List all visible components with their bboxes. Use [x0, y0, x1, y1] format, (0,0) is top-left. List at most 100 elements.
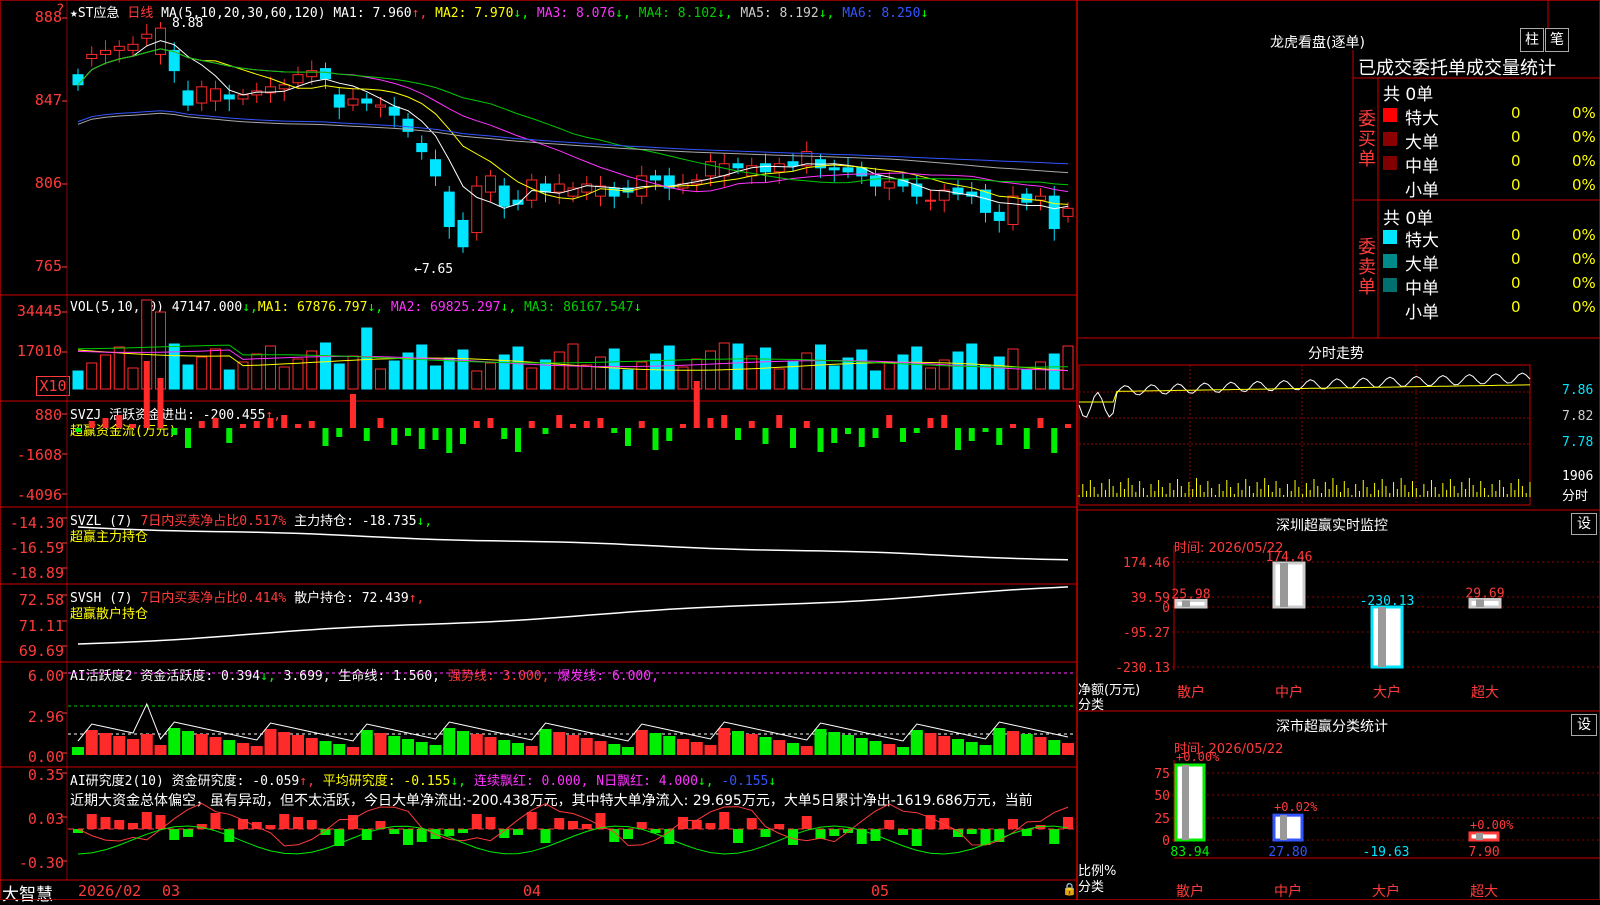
ai1-header: AI活跃度2 资金活跃度: 0.394↓, 3.699, 生命线: 1.560,… — [70, 665, 659, 684]
buy-row-name: 小单 — [1405, 181, 1439, 201]
ai2-label: AI研究度2(10) — [70, 774, 164, 789]
intraday-panel[interactable]: 分时走势 7.86 7.82 7.78 1906 分时 — [1078, 339, 1600, 510]
buy-row-1: 大单 0 0% — [1383, 128, 1598, 153]
intraday-tick-1: 7.86 — [1562, 383, 1594, 398]
sz-class-time: 时间: 2026/05/22 — [1174, 742, 1284, 757]
lock-icon[interactable]: 🔒 — [1062, 882, 1077, 896]
buy-row-count: 0 — [1511, 104, 1521, 122]
ai2-a: 资金研究度: -0.059 — [171, 774, 300, 789]
buy-swatch-2 — [1383, 156, 1397, 170]
app-logo: 大智慧 — [2, 885, 53, 905]
xaxis-label-1: 2026/02 — [78, 882, 142, 900]
ai1-a-arrow: ↓, — [260, 669, 276, 684]
ai1-b: 3.699, — [283, 669, 331, 684]
sell-swatch-0 — [1383, 230, 1397, 244]
vol-value: 47147.000 — [171, 300, 243, 315]
vol-ytick-1: 34445 — [16, 302, 62, 320]
ma1-arrow: ↑, — [411, 6, 428, 21]
vol-ma3: MA3: 86167.547 — [523, 300, 634, 315]
ai2-b-arrow: ↓, — [450, 774, 467, 789]
ai2-commentary: 近期大资金总体偏空，虽有异动，但不太活跃，今日大单净流出:-200.438万元，… — [70, 793, 1033, 809]
ma2-value: MA2: 7.970 — [435, 6, 514, 21]
vol-ma1: MA1: 67876.797 — [257, 300, 368, 315]
xaxis-label-4: 05 — [871, 882, 890, 900]
ma1-value: MA1: 7.960 — [333, 6, 412, 21]
kline-ytick-1: 888 — [34, 8, 62, 26]
svsh-desc2: 散户持仓: 72.439 — [294, 591, 409, 606]
ai2-b: 平均研究度: -0.155 — [322, 774, 451, 789]
sell-row-count: 0 — [1511, 274, 1521, 292]
svzl-arrow: ↓, — [416, 514, 433, 529]
ma6-arrow: ↓ — [920, 6, 929, 21]
intraday-tick-3: 7.78 — [1562, 435, 1594, 450]
svzj-ytick-2: -1608 — [16, 446, 62, 464]
sz-class-panel: 深市超赢分类统计 设 时间: 2026/05/22 比例% 分类 — [1078, 712, 1600, 900]
ai2-e: -0.155 — [721, 774, 769, 789]
sell-row-name: 小单 — [1405, 303, 1439, 323]
sell-row-pct: 0% — [1572, 226, 1596, 244]
buy-total: 共 0单 — [1383, 85, 1434, 105]
svzl-pane[interactable]: SVZL (7) 7日内买卖净占比0.517% 主力持仓: -18.735↓, … — [0, 508, 1077, 584]
svzl-ytick-1: -14.30 — [9, 514, 64, 532]
ai-activity-pane[interactable]: AI活跃度2 资金活跃度: 0.394↓, 3.699, 生命线: 1.560,… — [0, 663, 1077, 767]
lhb-header: 已成交委托单成交量统计 — [1358, 58, 1556, 79]
sz-monitor-title: 深圳超赢实时监控 — [1276, 518, 1388, 534]
svzj-ytick-3: -4096 — [16, 486, 62, 504]
sell-row-0: 特大 0 0% — [1383, 226, 1598, 251]
xaxis-label-3: 04 — [523, 882, 542, 900]
ai1-ytick-1: 6.00 — [27, 667, 64, 685]
svzl-desc2: 主力持仓: -18.735 — [294, 514, 417, 529]
bar-mode-button[interactable]: 柱 — [1520, 28, 1544, 52]
buy-swatch-1 — [1383, 132, 1397, 146]
trading-terminal-window: ? ★ST应急 日线 MA(5,10,20,30,60,120) MA1: 7.… — [0, 0, 1600, 905]
svzl-ytick-3: -18.89 — [9, 564, 64, 582]
buy-side-label: 委买单 — [1358, 109, 1376, 170]
sell-swatch-1 — [1383, 254, 1397, 268]
buy-row-name: 特大 — [1405, 109, 1439, 129]
ma3-value: MA3: 8.076 — [536, 6, 616, 21]
sz-class-settings-button[interactable]: 设 — [1571, 714, 1597, 736]
kline-pane[interactable]: ★ST应急 日线 MA(5,10,20,30,60,120) MA1: 7.96… — [0, 0, 1077, 295]
vol-unit-badge: X10 — [36, 376, 70, 396]
buy-row-0: 特大 0 0% — [1383, 104, 1598, 129]
svsh-pane[interactable]: SVSH (7) 7日内买卖净占比0.414% 散户持仓: 72.439↑, 超… — [0, 585, 1077, 662]
svsh-ytick-1: 72.58 — [18, 591, 64, 609]
high-annotation: 8.88 — [172, 16, 204, 31]
buy-swatch-0 — [1383, 108, 1397, 122]
svzj-subtitle: 超赢资金流(万元) — [70, 424, 177, 439]
sz-monitor-side2: 分类 — [1078, 698, 1105, 713]
sell-row-3: 小单 0 0% — [1383, 298, 1598, 323]
tick-mode-button[interactable]: 笔 — [1545, 28, 1569, 52]
intraday-vol-tick: 1906 — [1562, 469, 1594, 484]
sz-class-side2: 分类 — [1078, 880, 1105, 895]
ma3-arrow: ↓, — [615, 6, 631, 21]
ai2-header: AI研究度2(10) 资金研究度: -0.059↑, 平均研究度: -0.155… — [70, 770, 776, 789]
buy-row-pct: 0% — [1572, 128, 1596, 146]
svzj-ytick-1: 880 — [34, 406, 62, 424]
ai2-ytick-2: 0.03 — [27, 810, 64, 828]
sell-row-pct: 0% — [1572, 274, 1596, 292]
ai2-e-arrow: ↓ — [768, 774, 777, 789]
vol-ma3-arrow: ↓ — [633, 300, 642, 315]
ai-research-pane[interactable]: AI研究度2(10) 资金研究度: -0.059↑, 平均研究度: -0.155… — [0, 766, 1077, 880]
volume-pane[interactable]: VOL(5,10,20) 47147.000↓,MA1: 67876.797↓,… — [0, 296, 1077, 401]
ai2-a-arrow: ↑, — [299, 774, 315, 789]
sz-monitor-settings-button[interactable]: 设 — [1571, 513, 1597, 535]
ma2-arrow: ↓, — [513, 6, 530, 21]
ai1-d: 强势线: 3.000, — [447, 669, 550, 684]
sell-row-count: 0 — [1511, 250, 1521, 268]
svzj-pane[interactable]: SVZJ 活跃资金进出: -200.455↑, 超赢资金流(万元) 880 -1… — [0, 402, 1077, 507]
stock-name: ST应急 — [77, 6, 120, 21]
ma5-arrow: ↓, — [818, 6, 835, 21]
ai1-c: 生命线: 1.560, — [338, 669, 441, 684]
sz-class-title: 深市超赢分类统计 — [1276, 719, 1388, 735]
period-label[interactable]: 日线 — [127, 6, 153, 21]
vol-arrow: ↓, — [242, 300, 258, 315]
ai1-a: 资金活跃度: 0.394 — [140, 669, 261, 684]
svsh-ytick-2: 71.11 — [18, 617, 64, 635]
sell-row-name: 大单 — [1405, 255, 1439, 275]
ai2-ytick-1: 0.35 — [27, 766, 64, 784]
buy-row-name: 中单 — [1405, 157, 1439, 177]
ai1-ytick-3: 0.00 — [27, 748, 64, 766]
favorite-star-icon[interactable]: ★ — [70, 6, 78, 21]
